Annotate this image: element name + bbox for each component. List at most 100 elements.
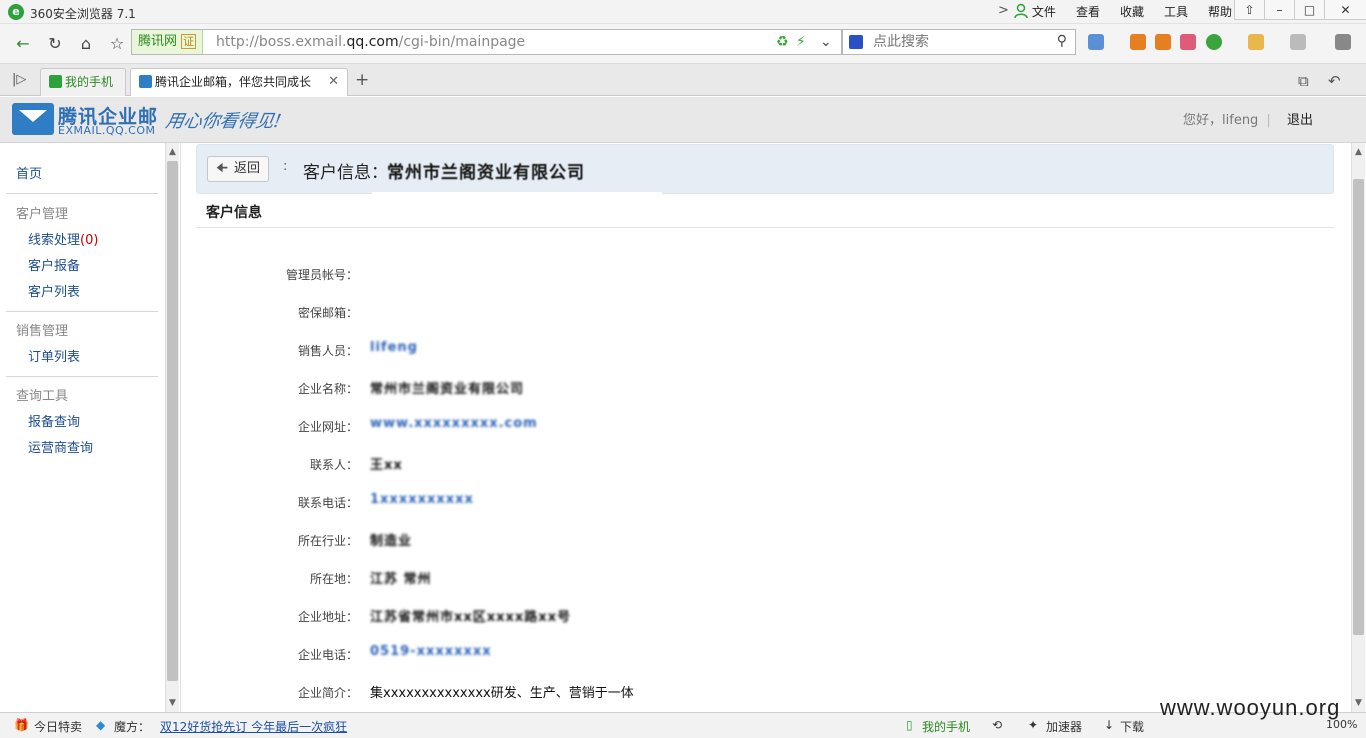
scroll-down-icon[interactable]: ▼ <box>1352 696 1365 710</box>
chevron-down-icon[interactable]: ⌄ <box>820 34 832 50</box>
sidebar-group-customers: 客户管理 <box>16 207 69 222</box>
close-button[interactable]: ✕ <box>1324 0 1366 20</box>
brand-domain: EXMAIL.QQ.COM <box>58 124 156 137</box>
sidebar-item-carrier-query[interactable]: 运营商查询 <box>28 437 93 456</box>
screenshot-icon[interactable] <box>1290 34 1306 50</box>
browser-logo-icon: e <box>8 4 24 20</box>
browser-titlebar: e 360安全浏览器 7.1 > 文件 查看 收藏 工具 帮助 ⇧ – □ ✕ <box>0 0 1366 24</box>
exmail-favicon-icon <box>139 75 152 88</box>
restore-tab-icon[interactable]: ⧉ <box>1298 72 1309 90</box>
tab-my-phone[interactable]: 我的手机 <box>40 68 126 96</box>
breadcrumb-separator: : <box>283 159 288 174</box>
watermark: www.wooyun.org <box>1160 695 1341 720</box>
sidebar-scrollbar[interactable]: ▲ ▼ <box>165 143 179 712</box>
home-icon[interactable]: ⌂ <box>73 32 99 56</box>
plane-icon[interactable] <box>1155 34 1171 50</box>
field-label-admin-account: 管理员帐号： <box>285 268 358 282</box>
leads-count: (0) <box>80 233 99 248</box>
scrollbar-thumb[interactable] <box>167 161 178 681</box>
field-label-website: 企业网址： <box>297 420 358 434</box>
recycle-icon[interactable]: ♻ <box>776 34 789 50</box>
back-button[interactable]: 🠈 返回 <box>207 156 269 182</box>
download-icon: ↓ <box>1104 718 1115 732</box>
maximize-button[interactable]: □ <box>1294 0 1324 20</box>
menu-tools[interactable]: 工具 <box>1154 4 1198 20</box>
field-label-contact: 联系人： <box>309 458 358 472</box>
sidebar: 首页 客户管理 线索处理(0) 客户报备 客户列表 销售管理 订单列表 查询工具… <box>0 143 166 712</box>
speed-icon[interactable]: ⟲ <box>992 718 1002 732</box>
download-link[interactable]: 下载 <box>1120 718 1144 735</box>
certificate-badge[interactable]: 腾讯网 证 <box>132 30 204 54</box>
shield-icon[interactable] <box>1206 34 1222 50</box>
browser-menu: 文件 查看 收藏 工具 帮助 <box>1022 4 1242 20</box>
search-box[interactable]: 点此搜索 ⚲ <box>842 29 1076 55</box>
calendar-icon[interactable] <box>1130 34 1146 50</box>
divider <box>6 376 158 377</box>
page-scrollbar[interactable]: ▲ ▼ <box>1351 143 1365 712</box>
brand-slogan: 用心你看得见! <box>163 111 283 132</box>
qq-icon[interactable] <box>1248 34 1264 50</box>
chevron-right-icon[interactable]: > <box>998 3 1009 18</box>
lightning-icon[interactable]: ⚡ <box>796 34 806 50</box>
sidebar-item-report-query[interactable]: 报备查询 <box>28 411 80 430</box>
field-value-sales-person: lifeng <box>370 340 418 355</box>
divider <box>196 227 1334 228</box>
accelerator-link[interactable]: 加速器 <box>1046 718 1082 735</box>
more-icon[interactable] <box>1335 34 1351 50</box>
refresh-icon[interactable]: ↻ <box>42 32 68 56</box>
url-text[interactable]: http://boss.exmail.qq.com/cgi-bin/mainpa… <box>216 30 525 54</box>
field-label-company-name: 企业名称： <box>297 382 358 396</box>
user-greeting: 您好，lifeng | <box>1183 113 1271 128</box>
scrollbar-thumb[interactable] <box>1353 179 1364 635</box>
magic-cube-label: 魔方： <box>114 720 151 734</box>
promo-link[interactable]: 双12好货抢先订 今年最后一次疯狂 <box>160 718 347 735</box>
tab-exmail[interactable]: 腾讯企业邮箱，伴您共同成长 ✕ <box>130 68 348 96</box>
menu-file[interactable]: 文件 <box>1022 4 1066 20</box>
cube-icon: ◆ <box>96 718 106 732</box>
gift-icon: 🎁 <box>14 718 29 732</box>
apps-icon[interactable] <box>1088 34 1104 50</box>
window-controls: ⇧ – □ ✕ <box>1234 0 1366 20</box>
baidu-paw-icon[interactable] <box>849 35 863 49</box>
my-phone-link[interactable]: 我的手机 <box>922 718 970 735</box>
field-label-industry: 所在行业： <box>297 534 358 548</box>
logout-link[interactable]: 退出 <box>1287 109 1313 128</box>
sidebar-item-customer-list[interactable]: 客户列表 <box>28 281 80 300</box>
field-value-website: www.xxxxxxxxx.com <box>370 416 538 431</box>
star-icon[interactable]: ☆ <box>104 32 130 56</box>
field-value-industry: 制造业 <box>370 534 413 549</box>
search-input[interactable]: 点此搜索 <box>873 30 929 54</box>
sidebar-toggle-icon[interactable]: |▷ <box>12 72 26 87</box>
back-arrow-icon[interactable]: ← <box>10 32 36 56</box>
username: lifeng <box>1222 113 1259 128</box>
field-label-security-email: 密保邮箱： <box>297 306 358 320</box>
mail-icon[interactable] <box>1180 34 1196 50</box>
address-bar[interactable]: 腾讯网 证 http://boss.exmail.qq.com/cgi-bin/… <box>131 29 842 55</box>
undo-icon[interactable]: ↶ <box>1328 72 1341 90</box>
minimize-button[interactable]: – <box>1264 0 1294 20</box>
sidebar-item-home[interactable]: 首页 <box>16 163 42 182</box>
sidebar-item-leads[interactable]: 线索处理(0) <box>28 229 98 248</box>
page-header: 腾讯企业邮 EXMAIL.QQ.COM 用心你看得见! 您好，lifeng | 退… <box>0 97 1366 143</box>
search-icon[interactable]: ⚲ <box>1057 33 1067 49</box>
breadcrumb: 🠈 返回 : 客户信息： 常州市兰阁资业有限公司 <box>196 144 1334 194</box>
sidebar-item-customer-report[interactable]: 客户报备 <box>28 255 80 274</box>
scroll-up-icon[interactable]: ▲ <box>166 145 179 159</box>
menu-favorites[interactable]: 收藏 <box>1110 4 1154 20</box>
navigation-bar: ← ↻ ⌂ ☆ 腾讯网 证 http://boss.exmail.qq.com/… <box>0 24 1366 64</box>
divider <box>6 311 158 312</box>
field-value-company-intro: 集xxxxxxxxxxxxxx研发、生产、营销于一体 <box>370 686 634 701</box>
menu-view[interactable]: 查看 <box>1066 4 1110 20</box>
sidebar-group-query-tools: 查询工具 <box>16 389 69 404</box>
today-deals-link[interactable]: 今日特卖 <box>34 718 82 735</box>
redacted-area <box>372 192 662 230</box>
skin-icon[interactable]: ⇧ <box>1234 0 1264 20</box>
scroll-up-icon[interactable]: ▲ <box>1352 145 1365 159</box>
new-tab-button[interactable]: + <box>355 70 369 90</box>
field-label-contact-phone: 联系电话： <box>297 496 358 510</box>
field-value-company-phone: 0519-xxxxxxxx <box>370 644 492 659</box>
field-label-sales-person: 销售人员： <box>297 344 358 358</box>
sidebar-item-order-list[interactable]: 订单列表 <box>28 346 80 365</box>
field-value-company-name: 常州市兰阁资业有限公司 <box>370 382 525 397</box>
tab-close-icon[interactable]: ✕ <box>328 69 339 95</box>
